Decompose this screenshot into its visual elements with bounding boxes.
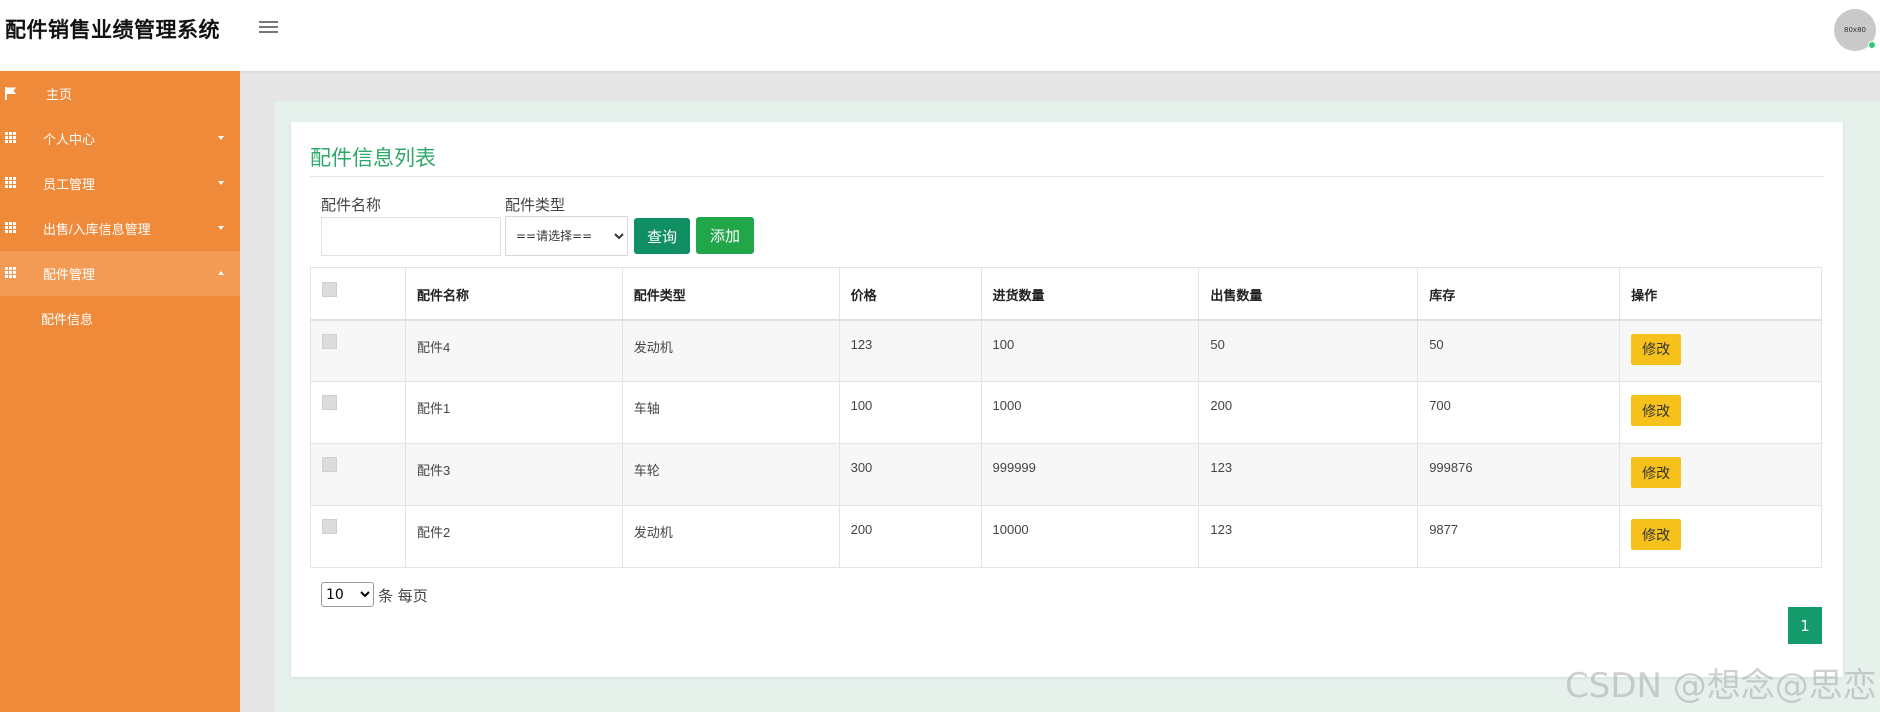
table-row: 配件1 车轴 100 1000 200 700 修改 <box>310 381 1822 444</box>
page-title: 配件信息列表 <box>310 146 436 170</box>
table-row: 配件3 车轮 300 999999 123 999876 修改 <box>310 443 1822 506</box>
part-name-cell: 配件1 <box>404 381 623 444</box>
grid-icon <box>5 177 18 188</box>
sidebar-item-employee-management[interactable]: 员工管理 <box>0 161 240 206</box>
sidebar-item-sales-stock-management[interactable]: 出售/入库信息管理 <box>0 206 240 251</box>
select-all-cell <box>310 267 406 321</box>
part-name-cell: 配件4 <box>404 319 623 382</box>
column-header: 配件名称 <box>404 267 623 321</box>
page-size-select[interactable]: 10 <box>321 582 374 607</box>
part-type-select[interactable]: ==请选择== <box>505 216 628 256</box>
row-select-cell <box>310 319 406 382</box>
purchase-qty-cell: 10000 <box>980 505 1200 568</box>
add-button[interactable]: 添加 <box>696 217 754 254</box>
avatar-placeholder-text: 80x80 <box>1844 26 1866 34</box>
chevron-down-icon <box>218 181 224 185</box>
sidebar-item-label: 出售/入库信息管理 <box>43 222 151 237</box>
column-header: 库存 <box>1417 267 1621 321</box>
online-status-dot <box>1868 41 1876 49</box>
row-select-cell <box>310 443 406 506</box>
edit-button[interactable]: 修改 <box>1631 457 1682 488</box>
per-page-label: 条 每页 <box>378 587 428 605</box>
part-type-cell: 车轮 <box>621 443 840 506</box>
sidebar-item-label: 主页 <box>46 87 73 102</box>
top-header: 配件销售业绩管理系统 80x80 <box>0 0 1880 71</box>
part-name-cell: 配件2 <box>404 505 623 568</box>
parts-list-panel: 配件信息列表 配件名称 配件类型 ==请选择== 查询 添加 配件名称 配件类型… <box>291 122 1843 677</box>
column-header: 操作 <box>1619 267 1822 321</box>
action-cell: 修改 <box>1619 505 1822 568</box>
flag-icon <box>5 87 16 100</box>
edit-button[interactable]: 修改 <box>1631 395 1682 426</box>
chevron-down-icon <box>218 226 224 230</box>
app-title: 配件销售业绩管理系统 <box>5 18 220 42</box>
sidebar-item-label: 个人中心 <box>43 132 96 147</box>
purchase-qty-cell: 1000 <box>980 381 1200 444</box>
stock-cell: 999876 <box>1417 443 1621 506</box>
edit-button[interactable]: 修改 <box>1631 333 1682 365</box>
stock-cell: 50 <box>1417 319 1621 382</box>
sidebar: 主页 个人中心 员工管理 出售/入库信息管理 配件管理 配件信息 <box>0 71 240 712</box>
part-name-label: 配件名称 <box>321 196 382 214</box>
row-select-cell <box>310 381 406 444</box>
sidebar-item-parts-management[interactable]: 配件管理 <box>0 251 240 296</box>
pagination-page-button[interactable]: 1 <box>1788 607 1822 644</box>
price-cell: 123 <box>838 319 982 382</box>
sidebar-item-label: 配件管理 <box>43 267 96 282</box>
part-name-input[interactable] <box>321 217 501 256</box>
table-row: 配件4 发动机 123 100 50 50 修改 <box>310 319 1822 382</box>
row-checkbox[interactable] <box>322 457 337 472</box>
price-cell: 200 <box>838 505 982 568</box>
action-cell: 修改 <box>1619 319 1822 382</box>
avatar[interactable]: 80x80 <box>1834 9 1876 51</box>
sidebar-item-personal-center[interactable]: 个人中心 <box>0 116 240 161</box>
part-type-label: 配件类型 <box>505 196 566 214</box>
row-checkbox[interactable] <box>322 395 337 410</box>
price-cell: 100 <box>838 381 982 444</box>
purchase-qty-cell: 100 <box>980 319 1200 382</box>
part-type-cell: 发动机 <box>621 319 840 382</box>
parts-table: 配件名称 配件类型 价格 进货数量 出售数量 库存 操作 配件4 发动机 123… <box>310 267 1822 568</box>
chevron-up-icon <box>218 271 224 275</box>
sold-qty-cell: 123 <box>1198 505 1419 568</box>
purchase-qty-cell: 999999 <box>980 443 1200 506</box>
stock-cell: 9877 <box>1417 505 1621 568</box>
column-header: 价格 <box>838 267 982 321</box>
sidebar-subitem-parts-info[interactable]: 配件信息 <box>0 296 240 341</box>
part-name-cell: 配件3 <box>404 443 623 506</box>
sold-qty-cell: 50 <box>1198 319 1419 382</box>
row-checkbox[interactable] <box>322 519 337 534</box>
table-header-row: 配件名称 配件类型 价格 进货数量 出售数量 库存 操作 <box>310 267 1822 321</box>
table-row: 配件2 发动机 200 10000 123 9877 修改 <box>310 505 1822 568</box>
query-button[interactable]: 查询 <box>634 218 690 254</box>
edit-button[interactable]: 修改 <box>1631 519 1682 550</box>
sold-qty-cell: 200 <box>1198 381 1419 444</box>
row-checkbox[interactable] <box>322 333 337 349</box>
select-all-checkbox[interactable] <box>322 282 337 297</box>
sidebar-item-label: 员工管理 <box>43 177 96 192</box>
price-cell: 300 <box>838 443 982 506</box>
action-cell: 修改 <box>1619 381 1822 444</box>
column-header: 进货数量 <box>980 267 1200 321</box>
grid-icon <box>5 132 18 143</box>
part-type-cell: 车轴 <box>621 381 840 444</box>
chevron-down-icon <box>218 136 224 140</box>
stock-cell: 700 <box>1417 381 1621 444</box>
column-header: 配件类型 <box>621 267 840 321</box>
action-cell: 修改 <box>1619 443 1822 506</box>
watermark: CSDN @想念@思恋 <box>1565 666 1877 706</box>
grid-icon <box>5 222 18 233</box>
hamburger-menu-icon[interactable] <box>259 21 278 37</box>
grid-icon <box>5 267 18 278</box>
part-type-cell: 发动机 <box>621 505 840 568</box>
title-divider <box>310 176 1824 177</box>
sold-qty-cell: 123 <box>1198 443 1419 506</box>
sidebar-item-home[interactable]: 主页 <box>0 71 240 116</box>
row-select-cell <box>310 505 406 568</box>
column-header: 出售数量 <box>1198 267 1419 321</box>
